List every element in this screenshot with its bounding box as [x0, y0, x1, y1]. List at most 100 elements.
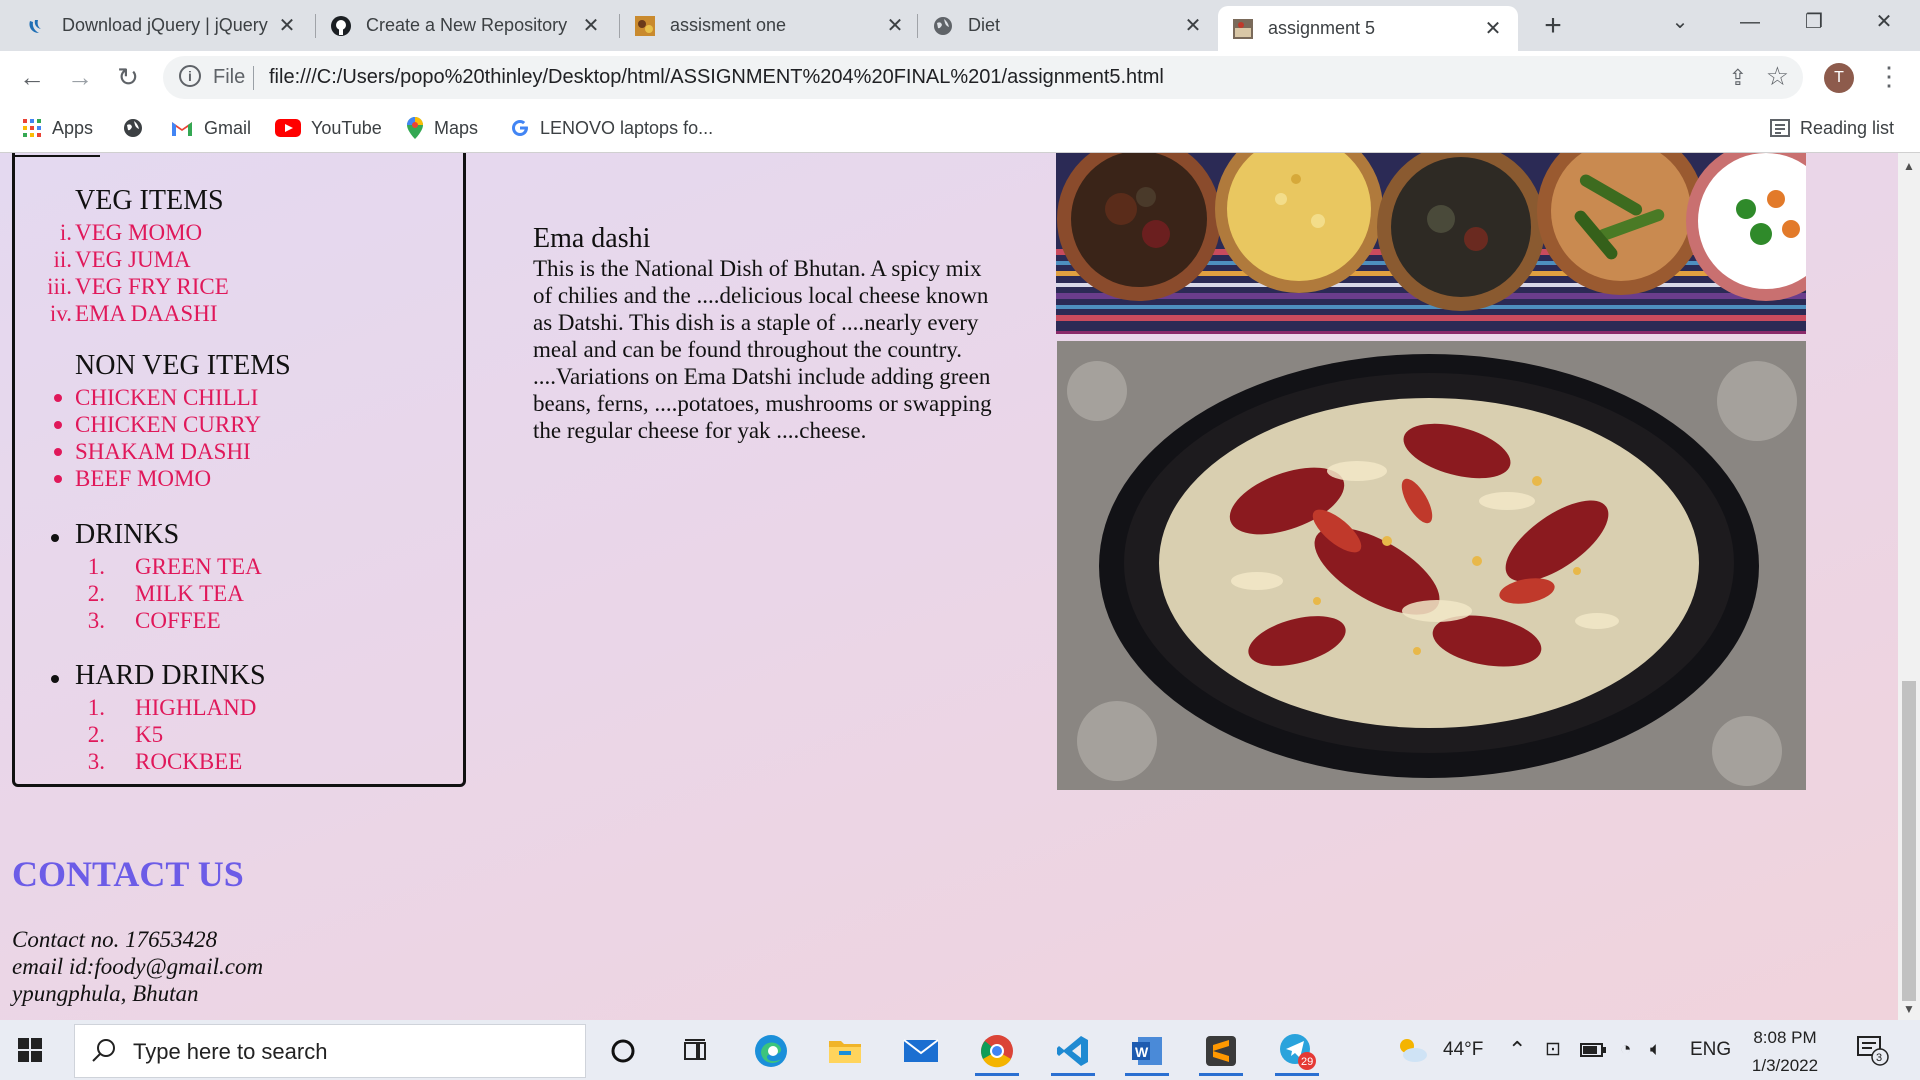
close-icon[interactable]: ✕ [1482, 16, 1504, 41]
clock[interactable]: 8:08 PM 1/3/2022 [1740, 1026, 1830, 1078]
windows-start-icon[interactable] [18, 1038, 42, 1067]
bookmark-globe[interactable] [122, 104, 154, 152]
veg-items-heading: VEG ITEMS [75, 185, 224, 216]
image-thumbnail-icon [1232, 18, 1254, 40]
bookmark-apps[interactable]: Apps [22, 104, 93, 152]
edge-browser-icon[interactable] [741, 1026, 801, 1076]
hard-drinks-bullet [51, 675, 59, 683]
image-thumbnail-icon [634, 15, 656, 37]
clock-time: 8:08 PM [1753, 1028, 1817, 1047]
language-indicator[interactable]: ENG [1690, 1020, 1731, 1080]
bookmark-label: Maps [434, 117, 479, 138]
tab-jquery[interactable]: Download jQuery | jQuery ✕ [12, 0, 312, 51]
page-viewport: VEG ITEMS i. VEG MOMO ii. VEG JUMA iii. VEG… [0, 153, 1898, 1020]
cortana-circle-icon[interactable] [593, 1026, 653, 1076]
drinks-bullet [51, 534, 59, 542]
sublime-text-icon[interactable] [1191, 1026, 1251, 1076]
new-tab-plus-icon[interactable]: + [1535, 8, 1571, 44]
list-item: 1. HIGHLAND [87, 695, 257, 720]
address-bar[interactable]: i File file:///C:/Users/popo%20thinley/D… [163, 56, 1803, 99]
google-icon [510, 118, 530, 138]
close-icon[interactable]: ✕ [580, 13, 602, 38]
share-icon[interactable]: ⇪ [1729, 65, 1747, 91]
tab-github[interactable]: Create a New Repository ✕ [316, 0, 616, 51]
svg-text:29: 29 [1301, 1056, 1313, 1068]
tab-diet[interactable]: Diet ✕ [918, 0, 1218, 51]
mail-icon[interactable] [891, 1026, 951, 1076]
weather-icon[interactable] [1395, 1020, 1429, 1080]
chrome-icon[interactable] [967, 1026, 1027, 1076]
close-icon[interactable]: ✕ [1182, 13, 1204, 38]
reload-icon[interactable]: ↻ [110, 59, 146, 95]
clock-date: 1/3/2022 [1751, 1056, 1819, 1075]
bookmark-gmail[interactable]: Gmail [170, 104, 251, 152]
more-menu-icon[interactable]: ⋮ [1876, 61, 1902, 92]
show-hidden-icons-chevron-icon[interactable]: ⌃ [1508, 1020, 1526, 1080]
list-item: 2. MILK TEA [87, 581, 244, 606]
hard-drinks-list: 1. HIGHLAND 2. K5 3. ROCKBEE [75, 694, 257, 775]
list-item: BEEF MOMO [54, 465, 261, 492]
svg-text:3: 3 [1876, 1052, 1882, 1064]
github-icon [330, 15, 352, 37]
svg-text:W: W [1135, 1044, 1149, 1060]
non-veg-items-heading: NON VEG ITEMS [75, 350, 291, 381]
site-info-icon[interactable]: i [179, 65, 201, 87]
list-item: 3. COFFEE [87, 608, 221, 633]
volume-icon[interactable]: 🔈︎ [1650, 1020, 1661, 1080]
minimize-icon[interactable]: ― [1718, 0, 1782, 44]
device-icon[interactable]: ⊡ [1545, 1020, 1561, 1080]
browser-toolbar: ← → ↻ i File file:///C:/Users/popo%20thi… [0, 51, 1920, 104]
list-item: SHAKAM DASHI [54, 438, 261, 465]
profile-avatar[interactable]: T [1824, 63, 1854, 93]
scroll-up-arrow-icon[interactable]: ▲ [1903, 159, 1915, 173]
forward-arrow-icon[interactable]: → [62, 59, 98, 95]
notifications-icon[interactable]: 3 [1856, 1020, 1890, 1080]
list-item: ii. VEG JUMA [53, 247, 191, 272]
tab-title: Create a New Repository [366, 15, 568, 35]
taskbar-search-box[interactable]: Type here to search [74, 1024, 586, 1078]
back-arrow-icon[interactable]: ← [14, 59, 50, 95]
telegram-icon[interactable]: 29 [1267, 1026, 1327, 1076]
battery-icon[interactable] [1580, 1020, 1606, 1080]
wifi-icon[interactable]: ◔ [1620, 1020, 1631, 1080]
tab-title: assisment one [670, 15, 787, 35]
window-close-icon[interactable]: ✕ [1852, 0, 1916, 44]
bookmark-maps[interactable]: Maps [406, 104, 478, 152]
bookmark-youtube[interactable]: YouTube [275, 104, 382, 152]
contact-details: Contact no. 17653428 email id:foody@gmai… [12, 926, 263, 1007]
scrollbar-thumb[interactable] [1902, 681, 1916, 1001]
bookmark-label: Gmail [204, 117, 252, 138]
apps-grid-icon [22, 118, 42, 138]
maps-pin-icon [406, 116, 424, 140]
url-text[interactable]: file:///C:/Users/popo%20thinley/Desktop/… [269, 56, 1164, 99]
vscode-icon[interactable] [1043, 1026, 1103, 1076]
bookmark-star-icon[interactable]: ☆ [1766, 61, 1789, 92]
tab-strip: Download jQuery | jQuery ✕ Create a New … [0, 0, 1920, 51]
close-icon[interactable]: ✕ [884, 13, 906, 38]
task-view-icon[interactable] [665, 1026, 725, 1076]
page-scrollbar[interactable]: ▲ ▼ [1898, 153, 1920, 1020]
drinks-heading: DRINKS [75, 519, 180, 550]
weather-temperature[interactable]: 44°F [1443, 1020, 1483, 1080]
bookmarks-bar: Apps Gmail YouTube Maps LENOVO laptops f… [0, 104, 1920, 153]
word-icon[interactable]: W [1117, 1026, 1177, 1076]
list-item: 1. GREEN TEA [87, 554, 262, 579]
tab-assignment-5[interactable]: assignment 5 ✕ [1218, 6, 1518, 51]
bookmark-label: YouTube [311, 117, 382, 138]
tab-title: Diet [968, 15, 1001, 35]
reading-list-button[interactable]: Reading list [1770, 104, 1894, 152]
youtube-icon [275, 119, 301, 137]
dish-description: This is the National Dish of Bhutan. A s… [533, 256, 992, 443]
search-icon [91, 1037, 117, 1068]
list-item: iv. EMA DAASHI [49, 301, 218, 326]
file-explorer-icon[interactable] [815, 1026, 875, 1076]
tab-search-chevron-icon[interactable]: ⌄ [1648, 0, 1712, 44]
bookmark-label: LENOVO laptops fo... [540, 117, 714, 138]
restore-icon[interactable]: ❐ [1782, 0, 1846, 44]
bookmark-lenovo[interactable]: LENOVO laptops fo... [510, 104, 713, 152]
close-icon[interactable]: ✕ [276, 13, 298, 38]
tab-assisment-one[interactable]: assisment one ✕ [620, 0, 920, 51]
reading-list-icon [1770, 118, 1790, 138]
hard-drinks-heading: HARD DRINKS [75, 660, 266, 691]
scroll-down-arrow-icon[interactable]: ▼ [1903, 1002, 1915, 1016]
